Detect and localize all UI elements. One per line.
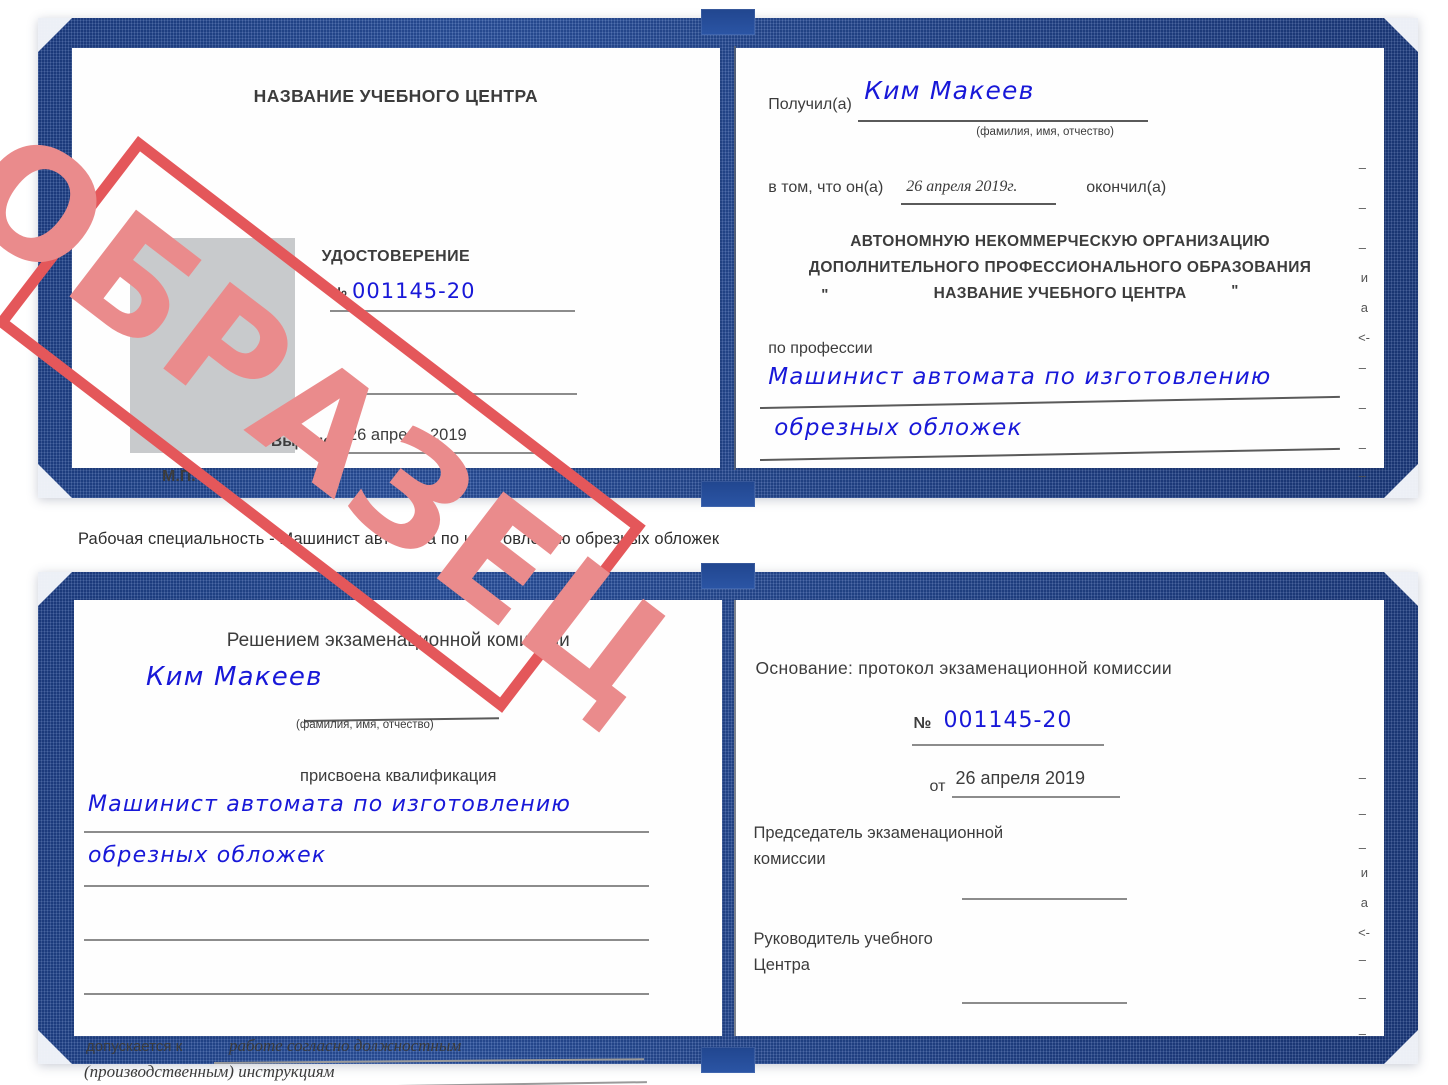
chairman-label-line-2: комиссии [753, 850, 826, 868]
quote-open: " [821, 286, 829, 303]
org-name-line-1: АВТОНОМНУЮ НЕКОММЕРЧЕСКУЮ ОРГАНИЗАЦИЮ [850, 233, 1271, 250]
blank-rule-1 [302, 393, 577, 395]
cover-fold-top-left-2 [38, 572, 72, 606]
spine-tab-bottom [701, 481, 755, 507]
issued-rule [344, 452, 536, 454]
in-that-rule [901, 203, 1057, 205]
edge-dash-b2: ‒ [1358, 806, 1366, 821]
training-center-title: НАЗВАНИЕ УЧЕБНОГО ЦЕНТРА [253, 86, 539, 106]
edge-fragment-i: и [1360, 270, 1368, 285]
received-name-value: Ким Макеев [864, 76, 1035, 105]
cover-fold-bottom-right [1384, 464, 1418, 498]
cover-fold-bottom-left [38, 464, 72, 498]
profession-rule-1 [760, 395, 1341, 409]
edge-dash-2: ‒ [1358, 200, 1366, 215]
edge-fragment-i-2: и [1360, 865, 1368, 880]
spine-tab-top [701, 9, 755, 35]
protocol-date-prefix: от [929, 778, 946, 795]
photo-placeholder [130, 238, 295, 453]
basis-label: Основание: протокол экзаменационной коми… [755, 658, 1172, 678]
edge-dash-b5: ‒ [1358, 990, 1366, 1005]
book-gutter-bottom [733, 600, 736, 1036]
edge-fragment-a-2: а [1360, 895, 1368, 910]
in-that-date-value: 26 апреля 2019г. [906, 178, 1018, 195]
edge-fragment-arrow: <- [1358, 330, 1370, 345]
quote-close: " [1231, 282, 1239, 299]
head-label-line-1: Руководитель учебного [753, 930, 933, 948]
admitted-label: допускается к [86, 1038, 183, 1055]
edge-dash-4: ‒ [1358, 360, 1366, 375]
fio-hint-bottom: (фамилия, имя, отчество) [296, 719, 434, 731]
edge-dash-b4: ‒ [1358, 952, 1366, 967]
edge-dash-b3: ‒ [1358, 840, 1366, 855]
edge-fragment-arrow-2: <- [1358, 925, 1370, 940]
seal-place-label: М.П. [162, 468, 196, 485]
certificate-sample-page: НАЗВАНИЕ УЧЕБНОГО ЦЕНТРА УДОСТОВЕРЕНИЕ №… [0, 0, 1448, 1085]
certificate-number-prefix: № [330, 285, 348, 302]
cover-fold-bottom-right-2 [1384, 1030, 1418, 1064]
decision-title: Решением экзаменационной комиссии [226, 630, 570, 651]
bottom-name-value: Ким Макеев [146, 662, 323, 692]
received-rule [858, 120, 1149, 122]
cover-fold-top-right [1384, 18, 1418, 52]
cover-fold-top-left [38, 18, 72, 52]
edge-dash-1: ‒ [1358, 160, 1366, 175]
protocol-date-value: 26 апреля 2019 [955, 768, 1086, 788]
chairman-label-line-1: Председатель экзаменационной [753, 824, 1004, 842]
in-that-label: в том, что он(а) [768, 179, 884, 196]
protocol-number-rule [911, 744, 1104, 746]
book-gutter-top [733, 46, 736, 470]
issued-label: Выдано [271, 433, 333, 450]
qualification-rule-1 [84, 831, 649, 833]
spine-tab-top-2 [701, 563, 755, 589]
qualification-line-1: Машинист автомата по изготовлению [88, 792, 572, 817]
qualification-rule-2 [84, 885, 649, 887]
qualification-label: присвоена квалификация [300, 767, 497, 785]
admitted-value-line-2: (производственным) инструкциям [84, 1062, 335, 1081]
qualification-line-2: обрезных обложек [88, 843, 327, 868]
org-name-line-2: ДОПОЛНИТЕЛЬНОГО ПРОФЕССИОНАЛЬНОГО ОБРАЗО… [808, 259, 1312, 276]
protocol-date-rule [951, 796, 1120, 798]
protocol-number-value: 001145-20 [943, 708, 1073, 733]
page-caption: Рабочая специальность - Машинист автомат… [78, 530, 720, 548]
finished-label: окончил(а) [1086, 179, 1167, 196]
org-name-line-3: НАЗВАНИЕ УЧЕБНОГО ЦЕНТРА [933, 285, 1187, 302]
document-type-label: УДОСТОВЕРЕНИЕ [321, 248, 471, 265]
certificate-number-value: 001145-20 [352, 279, 476, 303]
top-right-page: Получил(а) Ким Макеев (фамилия, имя, отч… [736, 48, 1384, 483]
chairman-signature-rule [961, 898, 1127, 900]
top-left-page: НАЗВАНИЕ УЧЕБНОГО ЦЕНТРА УДОСТОВЕРЕНИЕ №… [72, 48, 720, 485]
profession-rule-2 [760, 447, 1341, 461]
profession-value-line-2: обрезных обложек [774, 415, 1023, 441]
head-signature-rule [961, 1002, 1127, 1004]
head-label-line-2: Центра [753, 956, 810, 974]
edge-dash-b6: ‒ [1358, 1026, 1366, 1041]
cover-fold-bottom-left-2 [38, 1030, 72, 1064]
blank-qual-rule-4 [84, 993, 649, 995]
edge-dash-b1: ‒ [1358, 770, 1366, 785]
admitted-value-line-1: работе согласно должностным [229, 1036, 462, 1055]
certificate-bottom-book: Решением экзаменационной комиссии Ким Ма… [38, 563, 1418, 1085]
cover-fold-top-right-2 [1384, 572, 1418, 606]
edge-dash-7: ‒ [1358, 468, 1366, 483]
spine-tab-bottom-2 [701, 1047, 755, 1073]
edge-dash-6: ‒ [1358, 440, 1366, 455]
bottom-left-page: Решением экзаменационной комиссии Ким Ма… [74, 600, 723, 1085]
certificate-top-book: НАЗВАНИЕ УЧЕБНОГО ЦЕНТРА УДОСТОВЕРЕНИЕ №… [0, 9, 1418, 750]
profession-label: по профессии [768, 340, 873, 357]
protocol-number-prefix: № [913, 715, 932, 732]
edge-fragment-a: а [1360, 300, 1368, 315]
issued-date-value: 26 апреля 2019 [348, 426, 467, 444]
edge-dash-3: ‒ [1358, 240, 1366, 255]
bottom-right-page: Основание: протокол экзаменационной коми… [733, 600, 1384, 1041]
edge-dash-5: ‒ [1358, 400, 1366, 415]
blank-qual-rule-3 [84, 939, 649, 941]
fio-hint-top: (фамилия, имя, отчество) [976, 126, 1115, 138]
profession-value-line-1: Машинист автомата по изготовлению [768, 364, 1272, 390]
number-rule [330, 310, 575, 312]
received-label: Получил(а) [768, 96, 852, 113]
